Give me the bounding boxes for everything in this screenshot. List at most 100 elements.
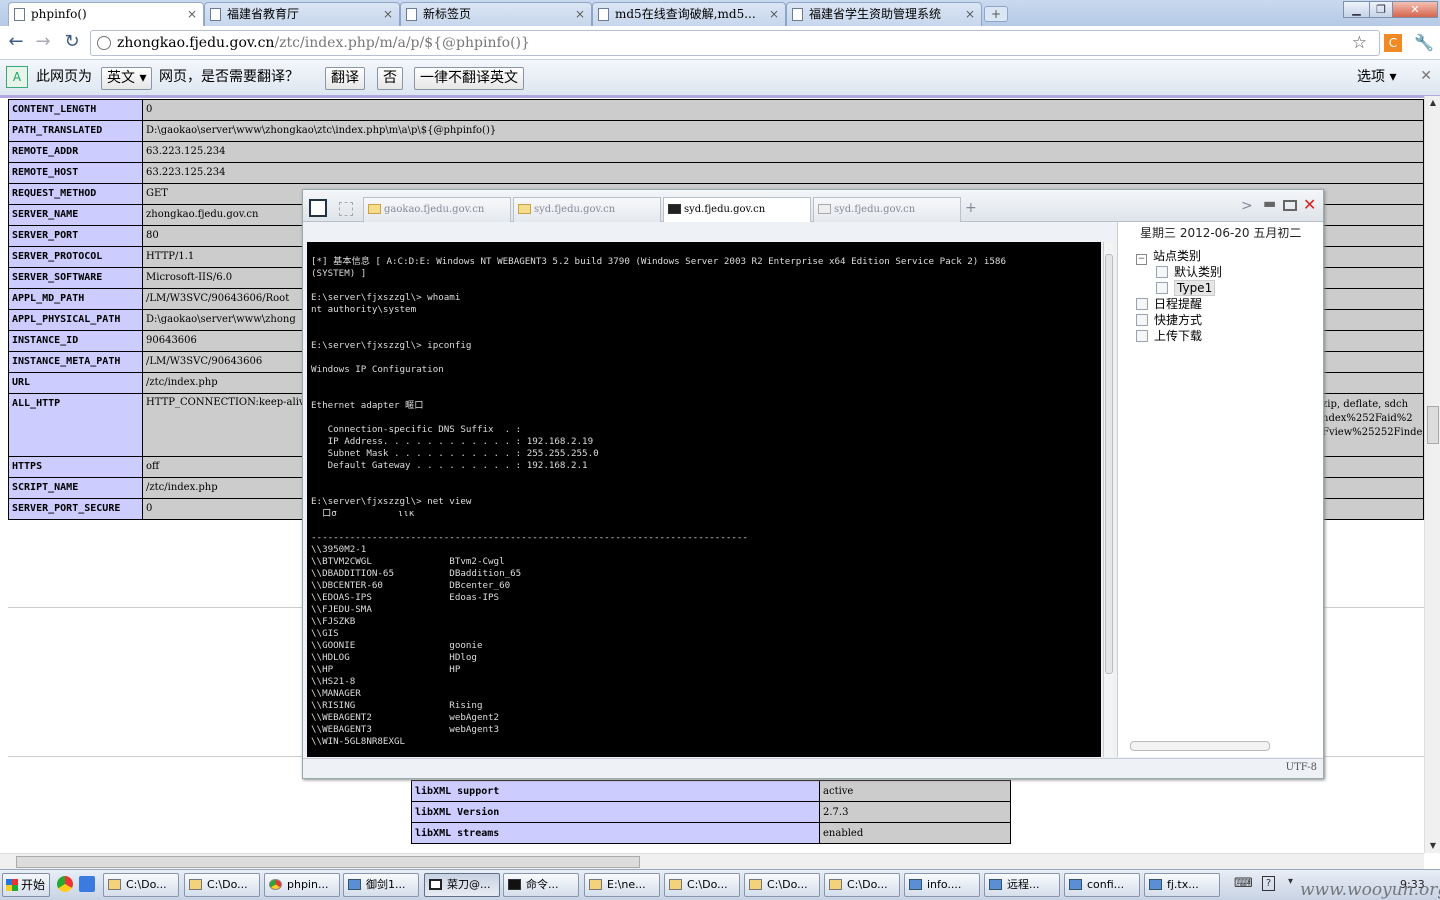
page-icon <box>97 36 111 50</box>
page-icon <box>598 8 609 21</box>
url-path: /ztc/index.php/m/a/p/${@phpinfo()} <box>274 35 530 51</box>
close-tab-icon[interactable]: × <box>575 3 585 25</box>
wrench-menu-icon[interactable]: 🔧 <box>1414 33 1434 52</box>
tray-expand-icon[interactable]: ▾ <box>1288 876 1293 887</box>
scroll-up-icon[interactable]: ▲ <box>1425 96 1440 110</box>
browser-tab[interactable]: 福建省教育厅 × <box>204 2 400 26</box>
encoding-label: UTF-8 <box>1285 762 1317 773</box>
tab-title: phpinfo() <box>31 7 87 21</box>
scroll-down-icon[interactable]: ▼ <box>1425 839 1440 853</box>
ie-quicklaunch-icon[interactable] <box>79 876 95 892</box>
tree-node[interactable]: 快捷方式 <box>1136 312 1202 328</box>
forward-button[interactable]: → <box>32 31 54 53</box>
tree-node-label: 站点类别 <box>1153 249 1202 263</box>
options-menu[interactable]: 选项 ▾ <box>1357 67 1396 90</box>
minimize-window-button[interactable]: ▁ <box>1343 1 1370 18</box>
taskbar-button[interactable]: confi... <box>1064 873 1140 897</box>
maximize-icon[interactable] <box>1283 200 1297 211</box>
taskbar-button[interactable]: E:\ne... <box>584 873 660 897</box>
caidao-tab[interactable]: gaokao.fjedu.gov.cn <box>363 197 511 222</box>
row-key: INSTANCE_META_PATH <box>8 351 143 373</box>
language-select[interactable]: 英文 ▾ <box>101 67 153 90</box>
back-button[interactable]: ← <box>5 31 27 53</box>
scroll-thumb[interactable] <box>1130 741 1270 751</box>
side-panel-scrollbar[interactable] <box>1122 740 1316 752</box>
tab-title: 福建省教育厅 <box>227 7 300 21</box>
tree-node[interactable]: 日程提醒 <box>1136 296 1202 312</box>
translate-button[interactable]: 翻译 <box>325 67 365 90</box>
browser-tab[interactable]: 福建省学生资助管理系统 × <box>786 2 982 26</box>
no-translate-button[interactable]: 否 <box>377 67 403 90</box>
taskbar-button[interactable]: phpin... <box>264 873 340 897</box>
close-window-button[interactable]: ✕ <box>1392 1 1438 18</box>
folder-icon <box>669 879 682 890</box>
taskbar-label: C:\Do... <box>126 878 167 891</box>
help-icon[interactable]: ? <box>1262 876 1275 891</box>
scroll-thumb[interactable] <box>16 856 640 868</box>
new-tab-button[interactable]: + <box>984 6 1008 22</box>
scroll-thumb[interactable] <box>1427 406 1439 444</box>
vertical-scrollbar[interactable]: ▲ ▼ <box>1424 96 1440 853</box>
blank-tab-icon[interactable] <box>339 202 353 216</box>
extension-icon[interactable]: C <box>1384 34 1402 52</box>
close-tab-icon[interactable]: × <box>187 3 197 25</box>
close-tab-icon[interactable]: × <box>769 3 779 25</box>
tree-node[interactable]: Type1 <box>1156 280 1216 296</box>
taskbar-button[interactable]: C:\Do... <box>103 873 179 897</box>
taskbar-button[interactable]: 远程... <box>984 873 1060 897</box>
browser-tab[interactable]: 新标签页 × <box>400 2 592 26</box>
reload-button[interactable]: ↻ <box>61 31 83 53</box>
overflow-line: Fview%25252Finde <box>1322 427 1423 438</box>
taskbar-label: 命令... <box>526 878 559 891</box>
taskbar-button[interactable]: C:\Do... <box>744 873 820 897</box>
bookmark-star-icon[interactable]: ☆ <box>1352 31 1367 55</box>
table-row: PATH_TRANSLATED D:\gaokao\server\www\zhon… <box>8 120 1424 142</box>
taskbar-label: C:\Do... <box>847 878 888 891</box>
tree-node[interactable]: 上传下载 <box>1136 328 1202 344</box>
keyboard-icon[interactable]: ⌨ <box>1234 876 1253 891</box>
taskbar-button[interactable]: 御剑1... <box>343 873 419 897</box>
minimize-icon[interactable]: ▬ <box>1263 196 1276 212</box>
taskbar-button[interactable]: fj.tx... <box>1144 873 1220 897</box>
all-http-overflow-text: zip, deflate, sdch ndex%252Faid%2 Fview%25… <box>1322 398 1424 440</box>
close-icon[interactable]: ✕ <box>1303 195 1316 214</box>
taskbar-button[interactable]: C:\Do... <box>824 873 900 897</box>
caidao-tab[interactable]: syd.fjedu.gov.cn <box>813 197 961 222</box>
terminal-scrollbar[interactable] <box>1103 242 1113 757</box>
caidao-app-icon[interactable] <box>309 199 327 217</box>
chevron-right-icon[interactable]: > <box>1241 198 1253 214</box>
scroll-thumb[interactable] <box>1105 254 1113 674</box>
blank-icon <box>429 879 442 890</box>
taskbar-label: 御剑1... <box>366 878 406 891</box>
taskbar-button[interactable]: C:\Do... <box>664 873 740 897</box>
date-display: 星期三 2012-06-20 五月初二 <box>1140 226 1302 240</box>
tree-node[interactable]: 默认类别 <box>1156 264 1222 280</box>
close-tab-icon[interactable]: × <box>383 3 393 25</box>
caidao-tab[interactable]: syd.fjedu.gov.cn <box>663 197 811 222</box>
tree-node[interactable]: − 站点类别 <box>1136 248 1201 265</box>
taskbar-button[interactable]: 命令... <box>503 873 579 897</box>
tree-node-label: Type1 <box>1174 280 1216 296</box>
taskbar-button[interactable]: info.... <box>904 873 980 897</box>
row-key: SERVER_PROTOCOL <box>8 246 143 268</box>
address-bar[interactable]: zhongkao.fjedu.gov.cn/ztc/index.php/m/a/… <box>90 30 1380 56</box>
windows-flag-icon <box>6 879 18 891</box>
restore-window-button[interactable]: ❐ <box>1369 1 1393 18</box>
browser-tab[interactable]: md5在线查询破解,md5... × <box>592 2 786 26</box>
close-tab-icon[interactable]: × <box>965 3 975 25</box>
taskbar-label: C:\Do... <box>687 878 728 891</box>
never-translate-button[interactable]: 一律不翻译英文 <box>414 67 524 90</box>
taskbar-button[interactable]: 菜刀@... <box>424 873 500 897</box>
browser-tab[interactable]: phpinfo() × <box>8 2 204 26</box>
terminal-output[interactable]: [*] 基本信息 [ A:C:D:E: Windows NT WEBAGENT3… <box>307 242 1101 757</box>
close-translate-bar-icon[interactable]: ✕ <box>1420 68 1432 84</box>
horizontal-scrollbar[interactable] <box>0 853 1424 869</box>
add-tab-icon[interactable]: + <box>965 200 977 216</box>
row-key: REQUEST_METHOD <box>8 183 143 205</box>
caidao-tab[interactable]: syd.fjedu.gov.cn <box>513 197 661 222</box>
chrome-quicklaunch-icon[interactable] <box>57 876 73 892</box>
row-key: SERVER_PORT_SECURE <box>8 498 143 520</box>
row-key: SERVER_SOFTWARE <box>8 267 143 289</box>
start-button[interactable]: 开始 <box>2 873 50 897</box>
taskbar-button[interactable]: C:\Do... <box>184 873 260 897</box>
